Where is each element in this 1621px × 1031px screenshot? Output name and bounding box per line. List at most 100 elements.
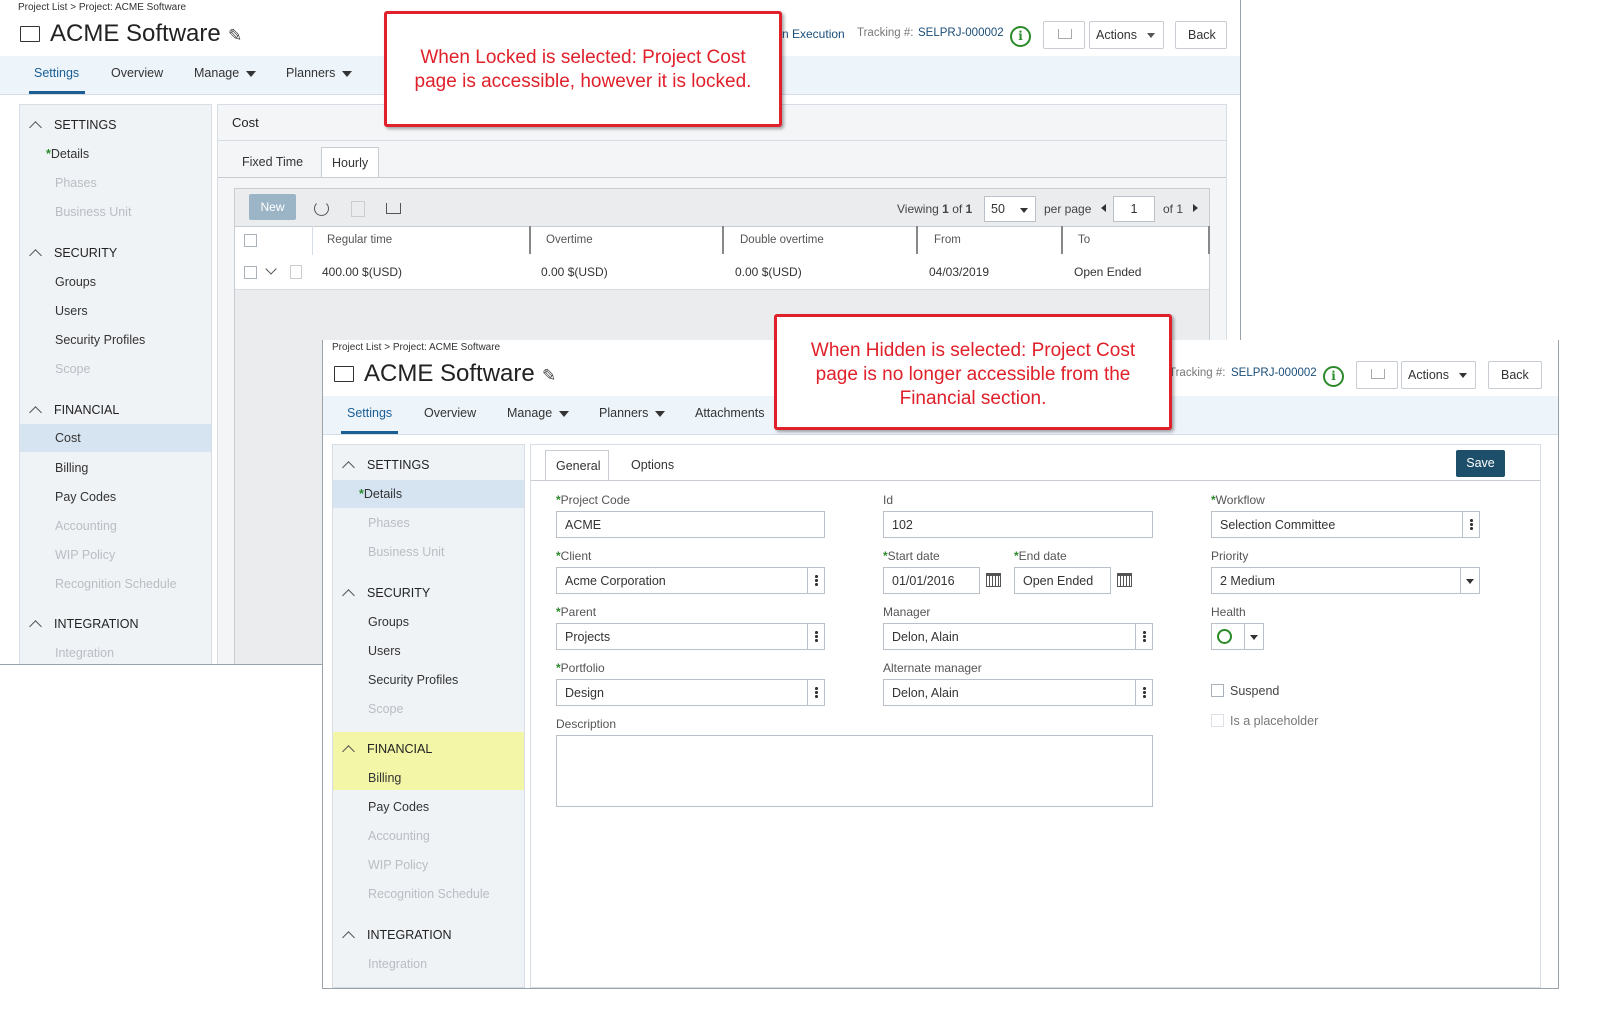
col-divider: [1208, 226, 1210, 254]
nav-overview[interactable]: Overview: [424, 406, 476, 420]
calendar-icon[interactable]: [986, 573, 1001, 587]
more-options-icon[interactable]: [1462, 512, 1479, 537]
sidebar-header-financial[interactable]: FINANCIAL: [342, 742, 432, 758]
project-code-input[interactable]: ACME: [556, 511, 825, 538]
sidebar-item-pay-codes[interactable]: Pay Codes: [55, 490, 116, 504]
suspend-checkbox[interactable]: [1211, 684, 1224, 697]
cell-double-overtime: 0.00 $(USD): [735, 265, 802, 279]
chevron-down-icon[interactable]: [1460, 568, 1479, 593]
nav-manage[interactable]: Manage: [507, 406, 570, 420]
sidebar-header-security[interactable]: SECURITY: [29, 246, 117, 262]
sidebar-item-cost[interactable]: Cost: [55, 431, 81, 445]
financial-highlight: [333, 732, 524, 790]
chevron-down-icon[interactable]: [1244, 624, 1263, 649]
more-options-icon[interactable]: [807, 680, 824, 705]
nav-active-indicator: [29, 91, 85, 94]
col-overtime[interactable]: Overtime: [546, 234, 593, 246]
sidebar-item-security-profiles[interactable]: Security Profiles: [368, 673, 458, 687]
start-date-input[interactable]: 01/01/2016: [883, 567, 980, 594]
sidebar-item-details[interactable]: *Details: [46, 147, 89, 161]
manager-input[interactable]: Delon, Alain: [883, 623, 1153, 650]
page-size-select[interactable]: 50: [984, 196, 1036, 222]
alternate-manager-input[interactable]: Delon, Alain: [883, 679, 1153, 706]
health-select[interactable]: [1211, 623, 1264, 650]
chevron-down-icon: [559, 410, 570, 417]
sidebar-item-pay-codes[interactable]: Pay Codes: [368, 800, 429, 814]
breadcrumb[interactable]: Project List > Project: ACME Software: [332, 342, 500, 353]
tab-general[interactable]: General: [545, 450, 609, 481]
actions-dropdown[interactable]: Actions: [1401, 361, 1476, 389]
sidebar-item-billing[interactable]: Billing: [55, 461, 88, 475]
more-options-icon[interactable]: [1135, 680, 1152, 705]
next-page-icon[interactable]: [1193, 204, 1198, 212]
sidebar-item-groups[interactable]: Groups: [368, 615, 409, 629]
nav-attachments[interactable]: Attachments: [695, 406, 764, 420]
sidebar-header-financial[interactable]: FINANCIAL: [29, 403, 119, 419]
description-textarea[interactable]: [556, 735, 1153, 807]
back-button[interactable]: Back: [1175, 21, 1227, 49]
edit-pencil-icon[interactable]: ✎: [228, 26, 242, 46]
calendar-icon[interactable]: [1117, 573, 1132, 587]
export-button[interactable]: [1043, 21, 1085, 49]
col-from[interactable]: From: [934, 234, 961, 246]
end-date-input[interactable]: Open Ended: [1014, 567, 1111, 594]
sidebar-item-recognition-schedule: Recognition Schedule: [368, 887, 490, 901]
sidebar-item-scope: Scope: [55, 362, 91, 376]
back-button[interactable]: Back: [1488, 361, 1542, 389]
sidebar-item-phases: Phases: [55, 176, 97, 190]
client-input[interactable]: Acme Corporation: [556, 567, 825, 594]
priority-select[interactable]: 2 Medium: [1211, 567, 1480, 594]
page-number-input[interactable]: 1: [1113, 196, 1155, 222]
sidebar-header-settings[interactable]: SETTINGS: [29, 118, 117, 134]
workflow-input[interactable]: Selection Committee: [1211, 511, 1480, 538]
sidebar-header-integration[interactable]: INTEGRATION: [29, 617, 139, 633]
tab-options[interactable]: Options: [631, 458, 674, 472]
col-double-overtime[interactable]: Double overtime: [740, 234, 824, 246]
sidebar-item-security-profiles[interactable]: Security Profiles: [55, 333, 145, 347]
nav-manage[interactable]: Manage: [194, 66, 257, 80]
export-button[interactable]: [1356, 361, 1398, 389]
workflow-label: *Workflow: [1211, 493, 1265, 507]
more-options-icon[interactable]: [1135, 624, 1152, 649]
nav-planners[interactable]: Planners: [286, 66, 353, 80]
nav-planners[interactable]: Planners: [599, 406, 666, 420]
tab-fixed-time[interactable]: Fixed Time: [242, 155, 303, 169]
cell-from: 04/03/2019: [929, 265, 990, 279]
select-all-checkbox[interactable]: [244, 234, 257, 247]
start-date-label: *Start date: [883, 549, 940, 563]
actions-dropdown[interactable]: Actions: [1089, 21, 1164, 49]
nav-overview[interactable]: Overview: [111, 66, 163, 80]
sidebar-item-billing[interactable]: Billing: [368, 771, 401, 785]
manager-label: Manager: [883, 605, 931, 619]
nav-settings[interactable]: Settings: [347, 406, 392, 420]
info-icon[interactable]: i: [1323, 366, 1344, 387]
sidebar-item-details[interactable]: *Details: [359, 487, 402, 501]
edit-pencil-icon[interactable]: ✎: [542, 366, 556, 386]
page-title: ACME Software: [50, 20, 221, 47]
info-icon[interactable]: i: [1010, 26, 1031, 47]
export-icon[interactable]: [386, 203, 401, 214]
tab-hourly[interactable]: Hourly: [321, 147, 379, 178]
more-options-icon[interactable]: [807, 624, 824, 649]
prev-page-icon[interactable]: [1101, 204, 1106, 212]
sidebar-item-users[interactable]: Users: [55, 304, 88, 318]
col-to[interactable]: To: [1078, 234, 1090, 246]
row-checkbox[interactable]: [244, 266, 257, 279]
save-button[interactable]: Save: [1456, 450, 1505, 477]
portfolio-input[interactable]: Design: [556, 679, 825, 706]
sidebar-header-settings[interactable]: SETTINGS: [342, 458, 430, 474]
sidebar-header-integration[interactable]: INTEGRATION: [342, 928, 452, 944]
breadcrumb[interactable]: Project List > Project: ACME Software: [18, 2, 186, 13]
nav-manage-label: Manage: [194, 66, 240, 80]
new-button[interactable]: New: [249, 194, 296, 220]
id-input[interactable]: 102: [883, 511, 1153, 538]
parent-input[interactable]: Projects: [556, 623, 825, 650]
more-options-icon[interactable]: [807, 568, 824, 593]
sidebar-item-users[interactable]: Users: [368, 644, 401, 658]
sidebar-header-security[interactable]: SECURITY: [342, 586, 430, 602]
nav-settings[interactable]: Settings: [34, 66, 79, 80]
col-regular-time[interactable]: Regular time: [327, 234, 392, 246]
refresh-icon[interactable]: [314, 201, 329, 216]
sidebar-item-groups[interactable]: Groups: [55, 275, 96, 289]
tracking-value: SELPRJ-000002: [1231, 367, 1317, 379]
